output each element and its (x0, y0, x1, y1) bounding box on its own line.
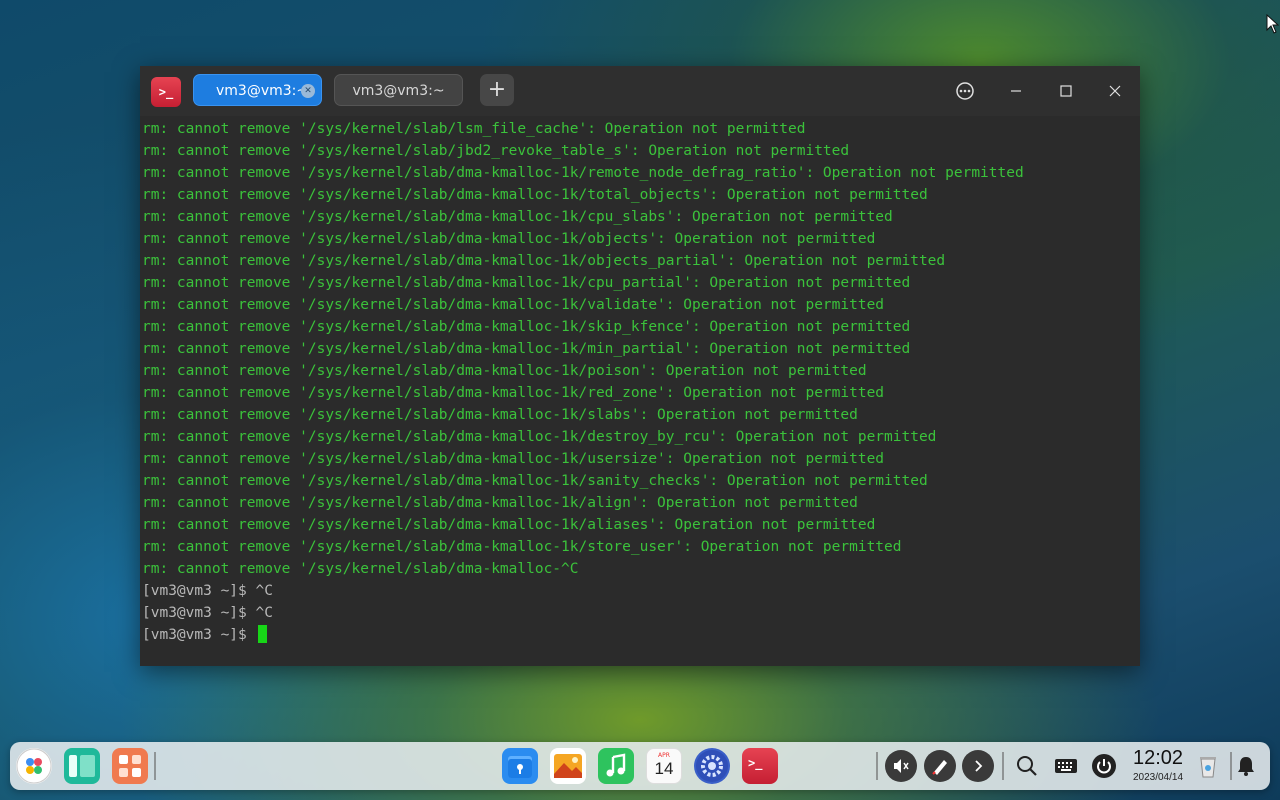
keyboard-icon[interactable] (1050, 750, 1082, 782)
terminal-line: rm: cannot remove '/sys/kernel/slab/dma-… (142, 187, 928, 203)
terminal-line: rm: cannot remove '/sys/kernel/slab/dma-… (142, 231, 876, 247)
terminal-line: rm: cannot remove '/sys/kernel/slab/dma-… (142, 363, 867, 379)
calendar-icon[interactable]: APR 14 (646, 748, 682, 784)
calendar-day: 14 (654, 759, 674, 778)
volume-muted-icon[interactable] (885, 750, 917, 782)
terminal-icon[interactable]: >_ (742, 748, 778, 784)
terminal-logo-icon: >_ (151, 77, 181, 107)
file-manager-icon[interactable] (502, 748, 538, 784)
terminal-line: rm: cannot remove '/sys/kernel/slab/dma-… (142, 495, 858, 511)
new-tab-button[interactable]: + (480, 74, 514, 106)
terminal-output[interactable]: rm: cannot remove '/sys/kernel/slab/lsm_… (140, 118, 1140, 666)
terminal-line: rm: cannot remove '/sys/kernel/slab/dma-… (142, 275, 911, 291)
terminal-prompt-line: [vm3@vm3 ~]$ ^C (140, 602, 1140, 624)
terminal-line: rm: cannot remove '/sys/kernel/slab/dma-… (142, 451, 885, 467)
terminal-line: rm: cannot remove '/sys/kernel/slab/dma-… (142, 517, 876, 533)
terminal-line: rm: cannot remove '/sys/kernel/slab/dma-… (142, 297, 885, 313)
dock: APR 14 >_ 12:02 2023/04/14 (10, 742, 1270, 790)
terminal-line: rm: cannot remove '/sys/kernel/slab/dma-… (142, 253, 946, 269)
notification-bell-icon[interactable] (1230, 750, 1262, 782)
terminal-line: rm: cannot remove '/sys/kernel/slab/dma-… (142, 473, 928, 489)
terminal-prompt-line: [vm3@vm3 ~]$ ^C (140, 580, 1140, 602)
clock-date: 2023/04/14 (1132, 772, 1184, 783)
trash-icon[interactable] (1192, 750, 1224, 782)
tab-1[interactable]: vm3@vm3:~ ✕ (193, 74, 322, 106)
terminal-line: rm: cannot remove '/sys/kernel/slab/dma-… (142, 429, 937, 445)
tab-label: vm3@vm3:~ (352, 83, 445, 99)
music-icon[interactable] (598, 748, 634, 784)
expand-tray-icon[interactable] (962, 750, 994, 782)
terminal-prompt-line: [vm3@vm3 ~]$ (140, 624, 1140, 646)
terminal-line: rm: cannot remove '/sys/kernel/slab/dma-… (142, 407, 858, 423)
minimize-icon (1011, 90, 1021, 92)
power-icon[interactable] (1088, 750, 1120, 782)
close-icon (1109, 85, 1121, 97)
tab-label: vm3@vm3:~ (216, 83, 309, 99)
more-options-icon (956, 82, 974, 100)
maximize-icon (1060, 85, 1072, 97)
terminal-line: rm: cannot remove '/sys/kernel/slab/lsm_… (142, 121, 806, 137)
terminal-line: rm: cannot remove '/sys/kernel/slab/dma-… (142, 165, 1024, 181)
terminal-window: >_ vm3@vm3:~ ✕ vm3@vm3:~ + rm: cannot re… (140, 66, 1140, 666)
dock-separator (1002, 752, 1004, 780)
window-menu-button[interactable] (953, 79, 977, 103)
terminal-line: rm: cannot remove '/sys/kernel/slab/dma-… (142, 561, 579, 577)
dock-separator (876, 752, 878, 780)
launcher-icon[interactable] (16, 748, 52, 784)
title-bar: >_ vm3@vm3:~ ✕ vm3@vm3:~ + (140, 66, 1140, 116)
tab-close-icon[interactable]: ✕ (301, 84, 315, 98)
dock-separator (154, 752, 156, 780)
prompt-text: [vm3@vm3 ~]$ (142, 627, 256, 643)
terminal-line: rm: cannot remove '/sys/kernel/slab/dma-… (142, 385, 885, 401)
close-button[interactable] (1103, 79, 1127, 103)
prompt-text: [vm3@vm3 ~]$ ^C (142, 605, 273, 621)
search-icon[interactable] (1011, 750, 1043, 782)
multitasking-icon[interactable] (64, 748, 100, 784)
minimize-button[interactable] (1004, 79, 1028, 103)
image-viewer-icon[interactable] (550, 748, 586, 784)
settings-icon[interactable] (694, 748, 730, 784)
maximize-button[interactable] (1054, 79, 1078, 103)
text-cursor (257, 625, 267, 643)
clock-time[interactable]: 12:02 (1128, 747, 1188, 770)
terminal-line: rm: cannot remove '/sys/kernel/slab/dma-… (142, 341, 911, 357)
prompt-text: [vm3@vm3 ~]$ ^C (142, 583, 273, 599)
stylus-icon[interactable] (924, 750, 956, 782)
tab-2[interactable]: vm3@vm3:~ (334, 74, 463, 106)
mouse-pointer-icon (1266, 14, 1280, 34)
terminal-line: rm: cannot remove '/sys/kernel/slab/dma-… (142, 539, 902, 555)
terminal-line: rm: cannot remove '/sys/kernel/slab/jbd2… (142, 143, 850, 159)
terminal-line: rm: cannot remove '/sys/kernel/slab/dma-… (142, 209, 893, 225)
app-store-icon[interactable] (112, 748, 148, 784)
terminal-line: rm: cannot remove '/sys/kernel/slab/dma-… (142, 319, 911, 335)
